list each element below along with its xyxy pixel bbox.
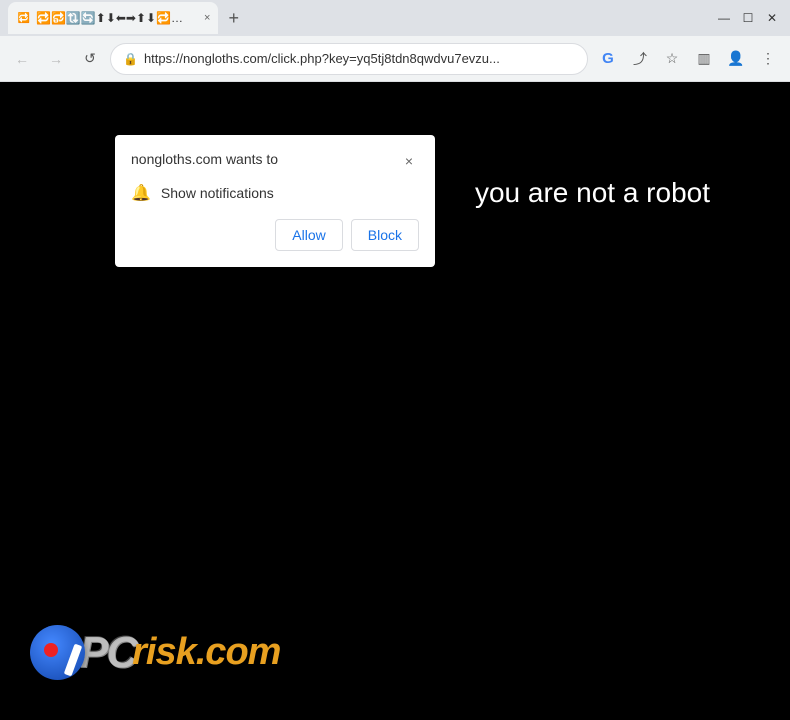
bookmark-icon: ☆ [666, 50, 679, 67]
sidebar-icon: ▥ [697, 50, 710, 67]
new-tab-button[interactable]: + [222, 8, 245, 29]
robot-text: you are not a robot [475, 177, 710, 209]
url-bar[interactable]: 🔒 https://nongloths.com/click.php?key=yq… [110, 43, 588, 75]
pcrisk-risk-text: risk.com [132, 631, 280, 674]
popup-close-button[interactable]: × [399, 151, 419, 171]
share-icon: ⤴ [633, 49, 647, 69]
window-close-button[interactable]: ✕ [762, 8, 782, 28]
pcrisk-ball-icon [30, 625, 85, 680]
google-g-icon: G [602, 50, 614, 67]
forward-icon: → [49, 51, 63, 67]
address-bar: ← → ↺ 🔒 https://nongloths.com/click.php?… [0, 36, 790, 82]
maximize-button[interactable]: ☐ [738, 8, 758, 28]
allow-button[interactable]: Allow [275, 219, 342, 251]
pcrisk-pc-text: PC [79, 628, 136, 678]
toolbar-icons: G ⤴ ☆ ▥ 👤 ⋮ [594, 45, 782, 73]
profile-icon: 👤 [727, 50, 744, 67]
pcrisk-logo: PC risk.com [30, 625, 280, 680]
browser-frame: 🔁 🔁🔂🔃🔄⬆⬇⬅➡⬆⬇🔁🔂🔃🔄⬆⬇ × + — ☐ ✕ ← → ↺ 🔒 htt… [0, 0, 790, 720]
tab-label: 🔁🔂🔃🔄⬆⬇⬅➡⬆⬇🔁🔂🔃🔄⬆⬇ [36, 11, 196, 25]
share-button[interactable]: ⤴ [626, 45, 654, 73]
tab-strip: 🔁 🔁🔂🔃🔄⬆⬇⬅➡⬆⬇🔁🔂🔃🔄⬆⬇ × + [8, 2, 702, 34]
lock-icon: 🔒 [123, 52, 138, 66]
popup-permission-row: 🔔 Show notifications [115, 179, 435, 219]
pcrisk-com-text: risk [132, 631, 196, 673]
back-icon: ← [15, 51, 29, 67]
menu-button[interactable]: ⋮ [754, 45, 782, 73]
sidebar-button[interactable]: ▥ [690, 45, 718, 73]
notification-popup: nongloths.com wants to × 🔔 Show notifica… [115, 135, 435, 267]
popup-actions: Allow Block [115, 219, 435, 267]
tab-favicon: 🔁 [16, 10, 32, 26]
bookmark-button[interactable]: ☆ [658, 45, 686, 73]
refresh-button[interactable]: ↺ [76, 45, 104, 73]
forward-button[interactable]: → [42, 45, 70, 73]
active-tab[interactable]: 🔁 🔁🔂🔃🔄⬆⬇⬅➡⬆⬇🔁🔂🔃🔄⬆⬇ × [8, 2, 218, 34]
google-icon[interactable]: G [594, 45, 622, 73]
tab-close-button[interactable]: × [204, 12, 210, 24]
page-content: you are not a robot PC risk.com nongloth… [0, 82, 790, 720]
block-button[interactable]: Block [351, 219, 419, 251]
refresh-icon: ↺ [84, 50, 96, 67]
url-text: https://nongloths.com/click.php?key=yq5t… [144, 51, 500, 66]
popup-title: nongloths.com wants to [131, 151, 278, 167]
menu-icon: ⋮ [761, 50, 775, 67]
permission-label: Show notifications [161, 185, 274, 201]
pcrisk-dotcom-text: .com [196, 631, 281, 673]
profile-button[interactable]: 👤 [722, 45, 750, 73]
bell-icon: 🔔 [131, 183, 151, 203]
popup-header: nongloths.com wants to × [115, 135, 435, 179]
minimize-button[interactable]: — [714, 8, 734, 28]
window-controls: — ☐ ✕ [714, 8, 782, 28]
title-bar: 🔁 🔁🔂🔃🔄⬆⬇⬅➡⬆⬇🔁🔂🔃🔄⬆⬇ × + — ☐ ✕ [0, 0, 790, 36]
back-button[interactable]: ← [8, 45, 36, 73]
